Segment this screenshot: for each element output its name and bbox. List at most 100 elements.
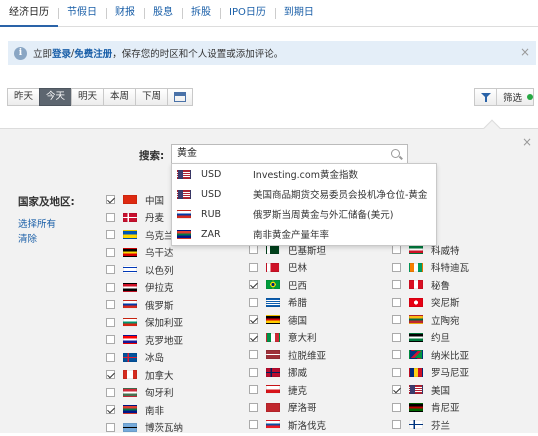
country-checkbox[interactable] bbox=[106, 353, 115, 362]
country-checkbox[interactable] bbox=[106, 300, 115, 309]
tab-1[interactable]: 节假日 bbox=[58, 0, 106, 27]
country-checkbox[interactable] bbox=[249, 245, 258, 254]
country-checkbox[interactable] bbox=[249, 263, 258, 272]
filter-button[interactable]: 筛选 bbox=[474, 88, 534, 106]
country-checkbox[interactable] bbox=[106, 405, 115, 414]
country-item[interactable]: 巴西 bbox=[249, 276, 389, 294]
country-item[interactable]: 罗马尼亚 bbox=[392, 364, 532, 382]
country-item[interactable]: 冰岛 bbox=[106, 349, 246, 367]
tab-3[interactable]: 股息 bbox=[144, 0, 182, 27]
country-item[interactable]: 意大利 bbox=[249, 329, 389, 347]
country-checkbox[interactable] bbox=[106, 230, 115, 239]
country-item[interactable]: 芬兰 bbox=[392, 416, 532, 434]
country-item[interactable]: 加拿大 bbox=[106, 366, 246, 384]
country-checkbox[interactable] bbox=[392, 385, 401, 394]
country-checkbox[interactable] bbox=[249, 403, 258, 412]
country-name: 捷克 bbox=[288, 383, 307, 397]
country-item[interactable]: 捷克 bbox=[249, 381, 389, 399]
suggestion-item[interactable]: USD美国商品期货交易委员会投机净仓位-黄金 bbox=[172, 184, 436, 204]
country-item[interactable]: 保加利亚 bbox=[106, 314, 246, 332]
country-checkbox[interactable] bbox=[249, 298, 258, 307]
country-checkbox[interactable] bbox=[392, 350, 401, 359]
country-checkbox[interactable] bbox=[392, 333, 401, 342]
country-checkbox[interactable] bbox=[392, 298, 401, 307]
country-item[interactable]: 约旦 bbox=[392, 329, 532, 347]
country-checkbox[interactable] bbox=[249, 420, 258, 429]
country-item[interactable]: 克罗地亚 bbox=[106, 331, 246, 349]
country-item[interactable]: 立陶宛 bbox=[392, 311, 532, 329]
country-item[interactable]: 俄罗斯 bbox=[106, 296, 246, 314]
tab-0[interactable]: 经济日历 bbox=[0, 0, 58, 27]
calendar-button[interactable] bbox=[167, 88, 193, 106]
country-checkbox[interactable] bbox=[249, 385, 258, 394]
country-item[interactable]: 匈牙利 bbox=[106, 384, 246, 402]
tab-2[interactable]: 财报 bbox=[106, 0, 144, 27]
tab-6[interactable]: 到期日 bbox=[275, 0, 323, 27]
country-item[interactable]: 美国 bbox=[392, 381, 532, 399]
country-checkbox[interactable] bbox=[392, 403, 401, 412]
country-checkbox[interactable] bbox=[106, 423, 115, 432]
country-item[interactable]: 突尼斯 bbox=[392, 294, 532, 312]
country-checkbox[interactable] bbox=[106, 265, 115, 274]
country-checkbox[interactable] bbox=[106, 370, 115, 379]
day-button-1[interactable]: 今天 bbox=[39, 88, 72, 106]
tab-4[interactable]: 拆股 bbox=[182, 0, 220, 27]
suggestion-item[interactable]: RUB俄罗斯当周黄金与外汇储备(美元) bbox=[172, 204, 436, 224]
country-item[interactable]: 南非 bbox=[106, 401, 246, 419]
country-item[interactable]: 伊拉克 bbox=[106, 279, 246, 297]
suggestion-item[interactable]: ZAR南非黄金产量年率 bbox=[172, 224, 436, 244]
login-link[interactable]: 登录 bbox=[52, 46, 71, 60]
country-item[interactable]: 肯尼亚 bbox=[392, 399, 532, 417]
day-button-4[interactable]: 下周 bbox=[135, 88, 168, 106]
search-icon[interactable] bbox=[391, 149, 400, 158]
country-checkbox[interactable] bbox=[106, 335, 115, 344]
country-item[interactable]: 巴林 bbox=[249, 259, 389, 277]
country-checkbox[interactable] bbox=[106, 213, 115, 222]
country-checkbox[interactable] bbox=[392, 280, 401, 289]
flag-icon bbox=[123, 213, 137, 222]
day-button-2[interactable]: 明天 bbox=[71, 88, 104, 106]
close-notice-icon[interactable]: × bbox=[520, 45, 530, 59]
tab-5[interactable]: IPO日历 bbox=[220, 0, 275, 27]
country-name: 约旦 bbox=[431, 330, 450, 344]
country-item[interactable]: 科特迪瓦 bbox=[392, 259, 532, 277]
flag-icon bbox=[123, 230, 137, 239]
close-panel-icon[interactable]: × bbox=[522, 135, 532, 149]
day-button-3[interactable]: 本周 bbox=[103, 88, 136, 106]
country-item[interactable]: 博茨瓦纳 bbox=[106, 419, 246, 436]
clear-link[interactable]: 清除 bbox=[18, 231, 37, 245]
country-checkbox[interactable] bbox=[249, 280, 258, 289]
country-item[interactable]: 希腊 bbox=[249, 294, 389, 312]
country-checkbox[interactable] bbox=[249, 333, 258, 342]
country-checkbox[interactable] bbox=[106, 388, 115, 397]
country-item[interactable]: 斯洛伐克 bbox=[249, 416, 389, 434]
country-item[interactable]: 以色列 bbox=[106, 261, 246, 279]
country-checkbox[interactable] bbox=[392, 420, 401, 429]
country-checkbox[interactable] bbox=[392, 245, 401, 254]
country-checkbox[interactable] bbox=[392, 263, 401, 272]
select-all-link[interactable]: 选择所有 bbox=[18, 216, 56, 230]
suggestion-item[interactable]: USDInvesting.com黄金指数 bbox=[172, 164, 436, 184]
country-checkbox[interactable] bbox=[106, 283, 115, 292]
day-range-buttons: 昨天今天明天本周下周 bbox=[8, 88, 193, 106]
country-item[interactable]: 拉脱维亚 bbox=[249, 346, 389, 364]
country-checkbox[interactable] bbox=[106, 318, 115, 327]
country-checkbox[interactable] bbox=[249, 368, 258, 377]
register-link[interactable]: 免费注册 bbox=[74, 46, 112, 60]
country-checkbox[interactable] bbox=[249, 315, 258, 324]
search-input[interactable]: 黄金 bbox=[171, 144, 408, 164]
flag-icon bbox=[177, 170, 191, 179]
country-item[interactable]: 德国 bbox=[249, 311, 389, 329]
day-button-0[interactable]: 昨天 bbox=[7, 88, 40, 106]
country-item[interactable]: 挪威 bbox=[249, 364, 389, 382]
country-checkbox[interactable] bbox=[392, 315, 401, 324]
flag-icon bbox=[123, 283, 137, 292]
country-item[interactable]: 乌干达 bbox=[106, 244, 246, 262]
country-checkbox[interactable] bbox=[106, 195, 115, 204]
country-item[interactable]: 纳米比亚 bbox=[392, 346, 532, 364]
country-checkbox[interactable] bbox=[249, 350, 258, 359]
country-checkbox[interactable] bbox=[392, 368, 401, 377]
country-checkbox[interactable] bbox=[106, 248, 115, 257]
country-item[interactable]: 秘鲁 bbox=[392, 276, 532, 294]
country-item[interactable]: 摩洛哥 bbox=[249, 399, 389, 417]
